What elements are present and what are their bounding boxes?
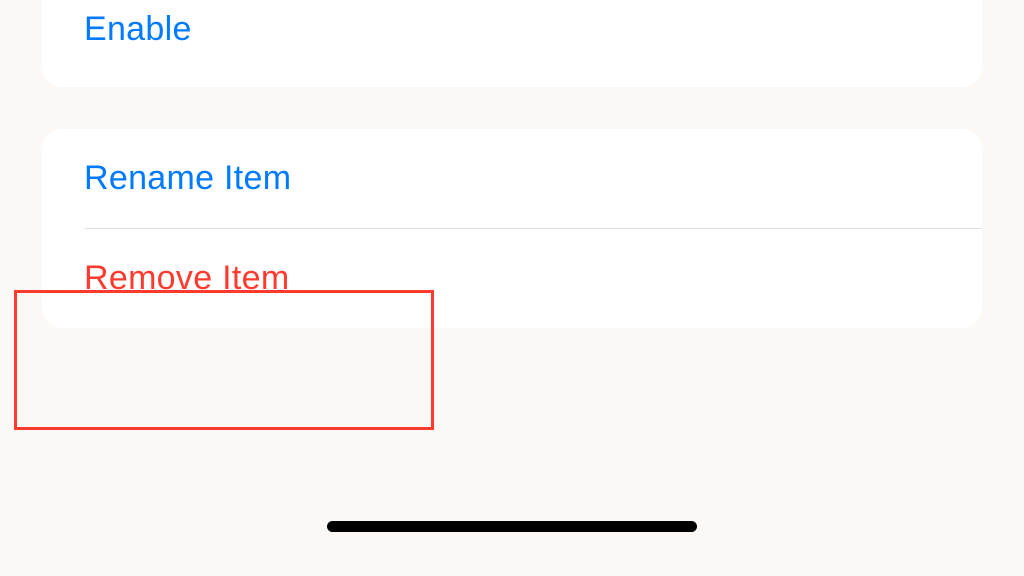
section-gap bbox=[0, 87, 1024, 129]
rename-item-button[interactable]: Rename Item bbox=[42, 129, 982, 228]
enable-button[interactable]: Enable bbox=[42, 0, 982, 79]
home-indicator[interactable] bbox=[327, 521, 697, 532]
settings-section-2: Rename Item Remove Item bbox=[42, 129, 982, 328]
remove-item-button[interactable]: Remove Item bbox=[42, 229, 982, 328]
settings-section-1: Enable bbox=[42, 0, 982, 87]
